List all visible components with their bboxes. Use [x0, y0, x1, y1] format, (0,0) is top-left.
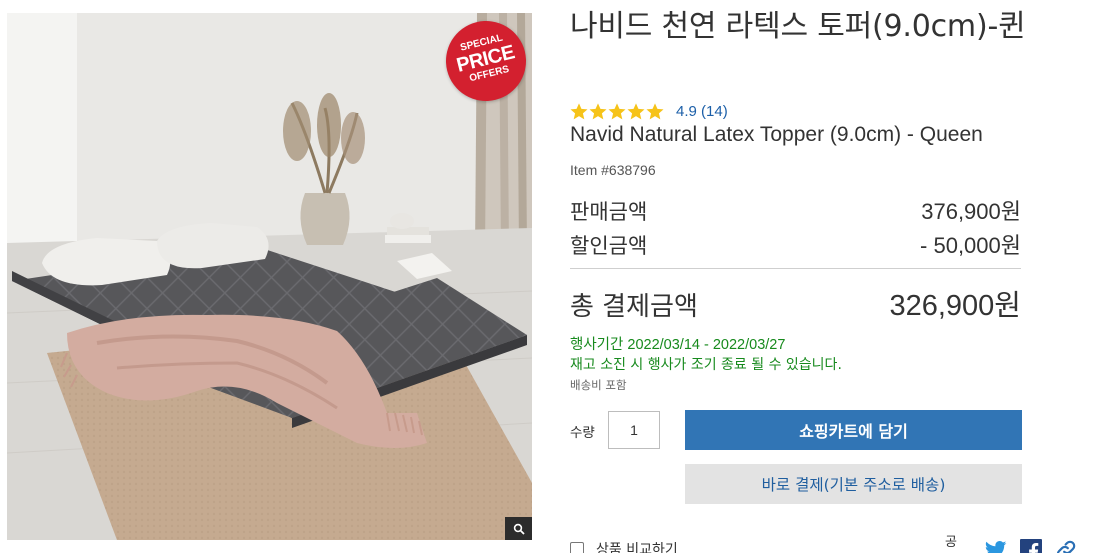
- product-english-name: Navid Natural Latex Topper (9.0cm) - Que…: [570, 123, 983, 146]
- rating-count-link[interactable]: 4.9 (14): [676, 103, 728, 120]
- compare-checkbox[interactable]: [570, 542, 584, 553]
- twitter-icon: [985, 541, 1007, 553]
- buy-now-button[interactable]: 바로 결제(기본 주소로 배송): [685, 464, 1022, 504]
- sale-price-label: 판매금액: [570, 200, 648, 224]
- magnifier-icon: [513, 523, 525, 535]
- star-icon: [570, 102, 588, 119]
- sale-price-value: 376,900원: [921, 199, 1021, 224]
- sale-price-row: 판매금액 376,900원: [570, 194, 1021, 226]
- share-bar: 공유: [945, 531, 1090, 553]
- total-price-value: 326,900원: [889, 290, 1021, 322]
- star-icon: [627, 102, 645, 119]
- compare-product[interactable]: 상품 비교하기: [570, 539, 678, 553]
- copy-link-button[interactable]: [1055, 538, 1078, 553]
- compare-label: 상품 비교하기: [596, 542, 678, 553]
- promo-period: 행사기간 2022/03/14 - 2022/03/27: [570, 337, 786, 353]
- product-image[interactable]: SPECIAL PRICE OFFERS: [7, 13, 532, 540]
- zoom-button[interactable]: [505, 517, 532, 540]
- total-price-row: 총 결제금액 326,900원: [570, 282, 1021, 324]
- total-price-label: 총 결제금액: [570, 292, 698, 322]
- facebook-share-button[interactable]: [1019, 538, 1043, 553]
- price-divider: [570, 268, 1021, 269]
- product-rating: 4.9 (14): [570, 101, 728, 121]
- item-number: Item #638796: [570, 162, 656, 178]
- quantity-input[interactable]: [608, 411, 660, 449]
- star-icon: [608, 102, 626, 119]
- stock-notice: 재고 소진 시 행사가 조기 종료 될 수 있습니다.: [570, 357, 842, 373]
- discount-value: - 50,000원: [920, 233, 1021, 258]
- facebook-icon: [1020, 539, 1043, 553]
- discount-row: 할인금액 - 50,000원: [570, 228, 1021, 260]
- share-label: 공유: [945, 535, 957, 550]
- twitter-share-button[interactable]: [984, 538, 1007, 553]
- star-icon: [646, 102, 664, 119]
- rating-stars: [570, 102, 664, 120]
- product-photo: [7, 13, 532, 540]
- quantity-label: 수량: [570, 425, 595, 441]
- add-to-cart-button[interactable]: 쇼핑카트에 담기: [685, 410, 1022, 450]
- shipping-included: 배송비 포함: [570, 378, 627, 392]
- star-icon: [589, 102, 607, 119]
- link-icon: [1057, 540, 1076, 553]
- product-title: 나비드 천연 라텍스 토퍼(9.0cm)-퀸: [570, 9, 1026, 44]
- discount-label: 할인금액: [570, 234, 648, 258]
